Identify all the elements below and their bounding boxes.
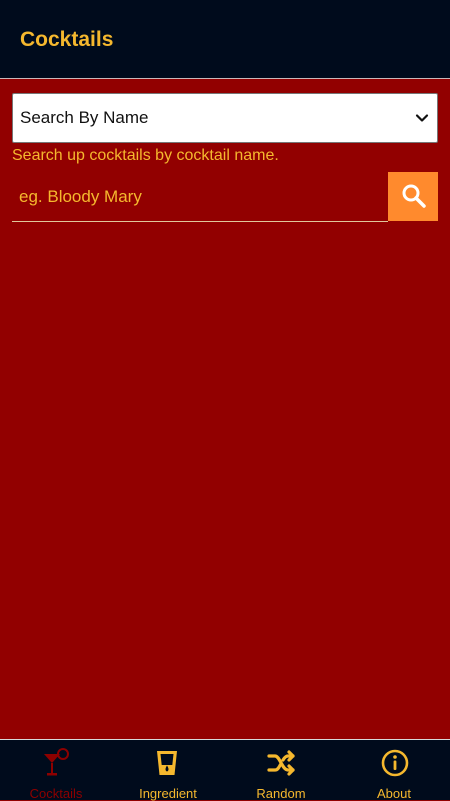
search-input[interactable] [12,172,388,221]
search-type-value: Search By Name [20,108,149,127]
nav-item-about[interactable]: About [338,740,450,801]
nav-label-random: Random [256,786,306,801]
cocktail-icon [44,748,69,776]
shuffle-icon [267,750,295,776]
search-button[interactable] [388,172,438,221]
nav-item-random[interactable]: Random [225,740,337,801]
search-type-select[interactable]: Search By Name [12,93,438,143]
chevron-down-icon [415,114,429,122]
nav-label-cocktails: Cocktails [29,786,83,801]
nav-label-ingredient: Ingredient [139,786,197,801]
glass-icon [157,751,177,775]
nav-item-cocktails[interactable]: Cocktails [0,740,112,801]
app-header: Cocktails [0,0,450,79]
search-icon [402,184,426,208]
page-title: Cocktails [20,28,114,51]
search-field [12,172,388,222]
nav-label-about: About [377,786,411,801]
info-icon [381,749,409,777]
nav-item-ingredient[interactable]: Ingredient [112,740,224,801]
bottom-navigation: Cocktails Ingredient Random About [0,739,450,801]
search-hint: Search up cocktails by cocktail name. [12,147,279,164]
